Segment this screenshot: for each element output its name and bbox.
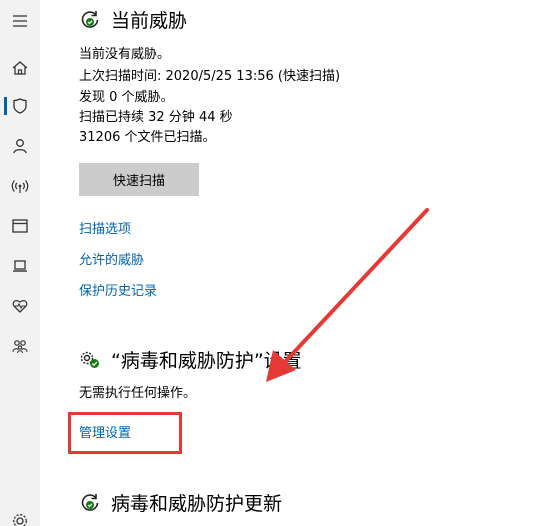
files-scanned-text: 31206 个文件已扫描。 [79,130,216,145]
threats-found-text: 发现 0 个威胁。 [79,90,174,105]
last-scan-time-text: 上次扫描时间: 2020/5/25 13:56 (快速扫描) [79,69,341,84]
wifi-antenna-icon [11,180,29,193]
current-threats-title: 当前威胁 [111,10,188,32]
home-icon [12,61,28,75]
nav-device-health[interactable] [0,289,40,323]
heart-pulse-icon [12,300,28,313]
nav-settings[interactable] [0,504,40,526]
nav-device-security[interactable] [0,249,40,283]
protection-updates-title: 病毒和威胁防护更新 [111,493,283,515]
app-browser-icon [12,219,28,233]
nav-home[interactable] [0,51,40,85]
hamburger-menu-icon [13,15,27,27]
annotation-highlight-box [68,412,182,454]
scan-duration-text: 扫描已持续 32 分钟 44 秒 [79,110,233,125]
family-icon [12,340,28,354]
person-icon [13,139,27,154]
nav-firewall[interactable] [0,169,40,203]
no-action-needed-text: 无需执行任何操作。 [79,386,197,401]
allowed-threats-link[interactable]: 允许的威胁 [79,249,144,268]
sidebar-nav [0,0,40,526]
refresh-check-icon [79,9,101,31]
protection-settings-title: “病毒和威胁防护”设置 [111,350,302,372]
nav-family-options[interactable] [0,329,40,363]
gear-check-icon [79,349,101,371]
laptop-icon [13,260,27,272]
refresh-update-icon [79,492,101,514]
gear-icon [13,514,27,526]
hamburger-menu-button[interactable] [0,4,40,38]
protection-history-link[interactable]: 保护历史记录 [79,280,157,299]
no-threats-text: 当前没有威胁。 [79,47,171,62]
protection-settings-heading: “病毒和威胁防护”设置 [79,346,302,373]
current-threats-heading: 当前威胁 [79,6,187,33]
scan-options-link[interactable]: 扫描选项 [79,218,131,237]
nav-virus-protection[interactable] [0,89,40,123]
nav-account-protection[interactable] [0,129,40,163]
protection-updates-heading: 病毒和威胁防护更新 [79,489,282,516]
shield-icon [13,98,27,114]
quick-scan-button[interactable]: 快速扫描 [79,163,199,196]
nav-app-browser[interactable] [0,209,40,243]
